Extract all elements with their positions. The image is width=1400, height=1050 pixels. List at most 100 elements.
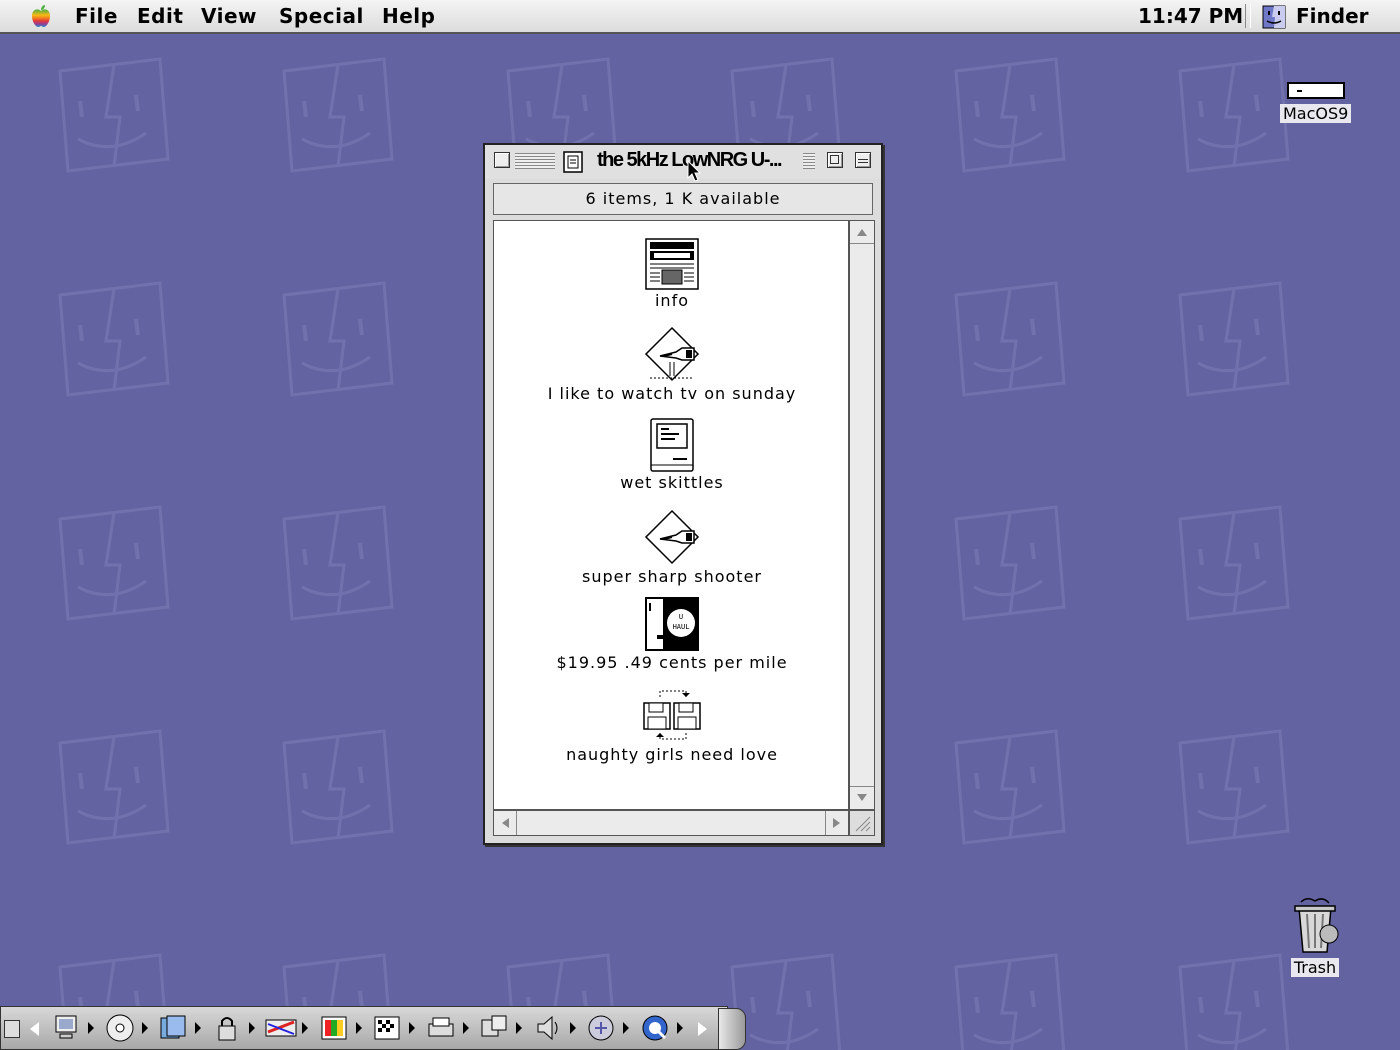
speech-icon	[588, 1015, 614, 1041]
menu-bar: File Edit View Special Help 11:47 PM Fin…	[0, 0, 1400, 34]
desktop-pattern-finder-icon	[1178, 505, 1290, 621]
strip-scroll-left-arrow[interactable]	[30, 1022, 39, 1036]
control-strip-module-sound-volume[interactable]	[532, 1010, 580, 1046]
desktop-pattern-finder-icon	[282, 729, 394, 845]
menu-help[interactable]: Help	[382, 4, 435, 28]
grow-grip-icon	[855, 816, 871, 832]
module-popup-arrow-icon[interactable]	[409, 1022, 415, 1034]
close-box[interactable]	[494, 152, 510, 168]
control-strip-module-cd[interactable]	[104, 1010, 152, 1046]
file-item-uhaul[interactable]: U HAUL $19.95 .49 cents per mile	[522, 595, 822, 672]
scroll-right-arrow[interactable]	[833, 818, 840, 828]
file-label: naughty girls need love	[566, 745, 778, 764]
window-info-bar: 6 items, 1 K available	[493, 183, 873, 215]
desktop-pattern-finder-icon	[282, 505, 394, 621]
desktop-pattern-finder-icon	[58, 281, 170, 397]
trash-label: Trash	[1290, 958, 1340, 977]
menu-edit[interactable]: Edit	[137, 4, 183, 28]
file-label: info	[654, 291, 689, 310]
desktop-pattern-finder-icon	[1384, 51, 1400, 181]
module-popup-arrow-icon[interactable]	[569, 1022, 576, 1034]
file-label: $19.95 .49 cents per mile	[556, 653, 788, 672]
resize-grow-box[interactable]	[849, 810, 875, 836]
file-item-super-sharp-shooter[interactable]: super sharp shooter	[522, 509, 822, 586]
menubar-divider	[1245, 4, 1251, 28]
control-strip-module-location-manager[interactable]	[264, 1010, 312, 1046]
window-title-bar[interactable]: the 5kHz LowNRG U-...	[485, 145, 881, 179]
window-content[interactable]: info I like to watch tv on sunday wet sk…	[493, 220, 849, 810]
file-item-wet-skittles[interactable]: wet skittles	[522, 417, 822, 492]
file-sharing-icon	[160, 1015, 186, 1039]
strip-scroll-right-arrow[interactable]	[698, 1022, 707, 1036]
uhaul-door-icon: U HAUL	[645, 597, 699, 651]
folder-proxy-icon[interactable]	[561, 150, 585, 174]
remote-access-icon	[481, 1015, 507, 1037]
scroll-left-arrow[interactable]	[502, 818, 509, 828]
monitor-resolution-icon	[374, 1016, 400, 1040]
module-popup-arrow-icon[interactable]	[516, 1022, 522, 1034]
title-bar-stripes-right	[803, 153, 815, 169]
desktop-pattern-finder-icon	[282, 57, 394, 173]
scroll-down-arrow[interactable]	[857, 794, 867, 801]
file-item-naughty-girls[interactable]: naughty girls need love	[522, 687, 822, 764]
file-item-tv-sunday[interactable]: I like to watch tv on sunday	[522, 326, 822, 403]
control-strip-module-monitor-resolution[interactable]	[371, 1010, 419, 1046]
application-diamond-hand-icon	[644, 509, 700, 565]
control-strip-module-speech[interactable]	[585, 1010, 633, 1046]
module-popup-arrow-icon[interactable]	[248, 1022, 255, 1034]
desktop-pattern-finder-icon	[1178, 281, 1290, 397]
module-popup-arrow-icon[interactable]	[88, 1022, 94, 1034]
module-popup-arrow-icon[interactable]	[141, 1022, 148, 1034]
hard-disk-icon	[1286, 82, 1345, 99]
desktop-pattern-finder-icon	[282, 281, 394, 397]
module-popup-arrow-icon[interactable]	[355, 1022, 362, 1034]
menu-file[interactable]: File	[75, 4, 118, 28]
menu-view[interactable]: View	[201, 4, 257, 28]
finder-window[interactable]: the 5kHz LowNRG U-... 6 items, 1 K avail…	[483, 143, 883, 845]
svg-text:HAUL: HAUL	[673, 623, 690, 631]
file-item-info[interactable]: info	[522, 237, 822, 310]
control-strip-module-printer[interactable]	[425, 1010, 473, 1046]
module-popup-arrow-icon[interactable]	[623, 1022, 629, 1034]
control-strip-module-quicktime[interactable]	[639, 1010, 687, 1046]
keychain-lock-icon	[218, 1017, 235, 1041]
control-strip-module-remote-access[interactable]	[478, 1010, 526, 1046]
application-diamond-hand-icon	[644, 326, 700, 382]
zoom-box[interactable]	[827, 152, 843, 168]
control-strip-module-appletalk[interactable]	[50, 1010, 98, 1046]
disk-copy-icon	[643, 690, 701, 740]
module-popup-arrow-icon[interactable]	[462, 1022, 469, 1034]
desktop-pattern-finder-icon	[1384, 947, 1400, 1050]
file-label: I like to watch tv on sunday	[547, 384, 797, 403]
horizontal-scrollbar[interactable]	[493, 810, 849, 836]
scroll-up-arrow[interactable]	[857, 229, 867, 236]
module-popup-arrow-icon[interactable]	[195, 1022, 201, 1034]
monitor-bit-depth-icon	[321, 1016, 346, 1040]
control-strip-module-file-sharing[interactable]	[157, 1010, 205, 1046]
module-popup-arrow-icon[interactable]	[302, 1022, 308, 1034]
windowshade-box[interactable]	[855, 152, 871, 168]
menu-special[interactable]: Special	[279, 4, 364, 28]
disk-label: MacOS9	[1280, 104, 1352, 123]
active-app-name: Finder	[1296, 4, 1369, 28]
classic-mac-icon	[650, 418, 694, 472]
control-strip-module-keychain-lock[interactable]	[211, 1010, 259, 1046]
printer-icon	[428, 1017, 453, 1037]
strip-tab[interactable]	[718, 1008, 746, 1050]
file-label: wet skittles	[620, 473, 724, 492]
disk-icon-macos9[interactable]: MacOS9	[1280, 82, 1352, 123]
menu-clock[interactable]: 11:47 PM	[1138, 4, 1243, 28]
desktop-pattern-finder-icon	[954, 953, 1066, 1050]
file-label: super sharp shooter	[582, 567, 762, 586]
desktop-pattern-finder-icon	[1384, 499, 1400, 629]
trash-icon[interactable]: Trash	[1285, 896, 1345, 977]
control-strip-module-monitor-bit-depth[interactable]	[318, 1010, 366, 1046]
strip-close-box[interactable]	[4, 1020, 20, 1038]
desktop-pattern-finder-icon	[1178, 57, 1290, 173]
control-strip[interactable]	[0, 1006, 746, 1050]
vertical-scrollbar[interactable]	[849, 220, 875, 810]
apple-menu-icon[interactable]	[28, 3, 54, 29]
desktop-pattern-finder-icon	[1178, 729, 1290, 845]
module-popup-arrow-icon[interactable]	[676, 1022, 683, 1034]
cd-icon	[106, 1014, 133, 1042]
